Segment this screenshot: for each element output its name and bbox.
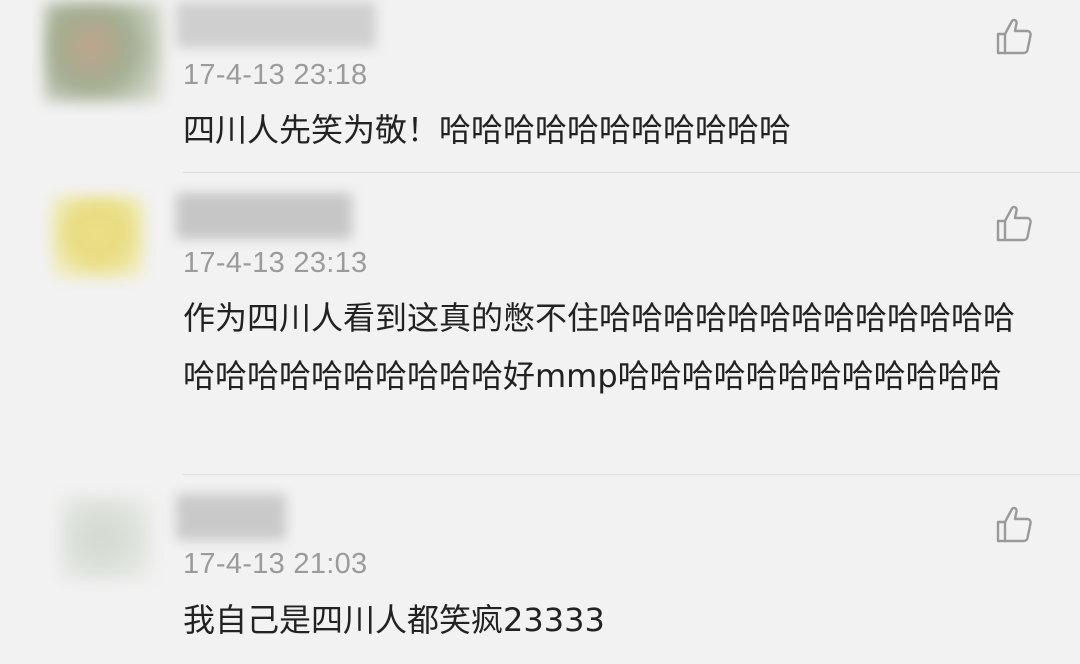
- username-blurred: [176, 494, 286, 540]
- comment-list: 17-4-13 23:18 四川人先笑为敬！哈哈哈哈哈哈哈哈哈哈哈 17-4-1…: [0, 0, 1080, 664]
- comment-timestamp: 17-4-13 23:18: [183, 59, 368, 91]
- thumbs-up-icon[interactable]: [994, 204, 1034, 244]
- thumbs-up-icon[interactable]: [994, 17, 1034, 57]
- avatar[interactable]: [60, 496, 152, 580]
- comment-timestamp: 17-4-13 23:13: [183, 247, 368, 279]
- comment-text: 作为四川人看到这真的憋不住哈哈哈哈哈哈哈哈哈哈哈哈哈哈哈哈哈哈哈哈哈哈哈好mmp…: [183, 299, 1016, 395]
- username-blurred: [176, 193, 352, 239]
- avatar[interactable]: [52, 196, 144, 278]
- divider: [183, 474, 1080, 475]
- comment-text: 四川人先笑为敬！哈哈哈哈哈哈哈哈哈哈哈: [183, 111, 792, 149]
- avatar[interactable]: [44, 2, 162, 102]
- thumbs-up-icon[interactable]: [994, 505, 1034, 545]
- comment-text: 我自己是四川人都笑疯23333: [183, 601, 605, 639]
- comment-timestamp: 17-4-13 21:03: [183, 548, 368, 580]
- divider: [183, 172, 1080, 173]
- comment-item: 17-4-13 23:18 四川人先笑为敬！哈哈哈哈哈哈哈哈哈哈哈: [0, 0, 1080, 172]
- username-blurred: [176, 2, 376, 48]
